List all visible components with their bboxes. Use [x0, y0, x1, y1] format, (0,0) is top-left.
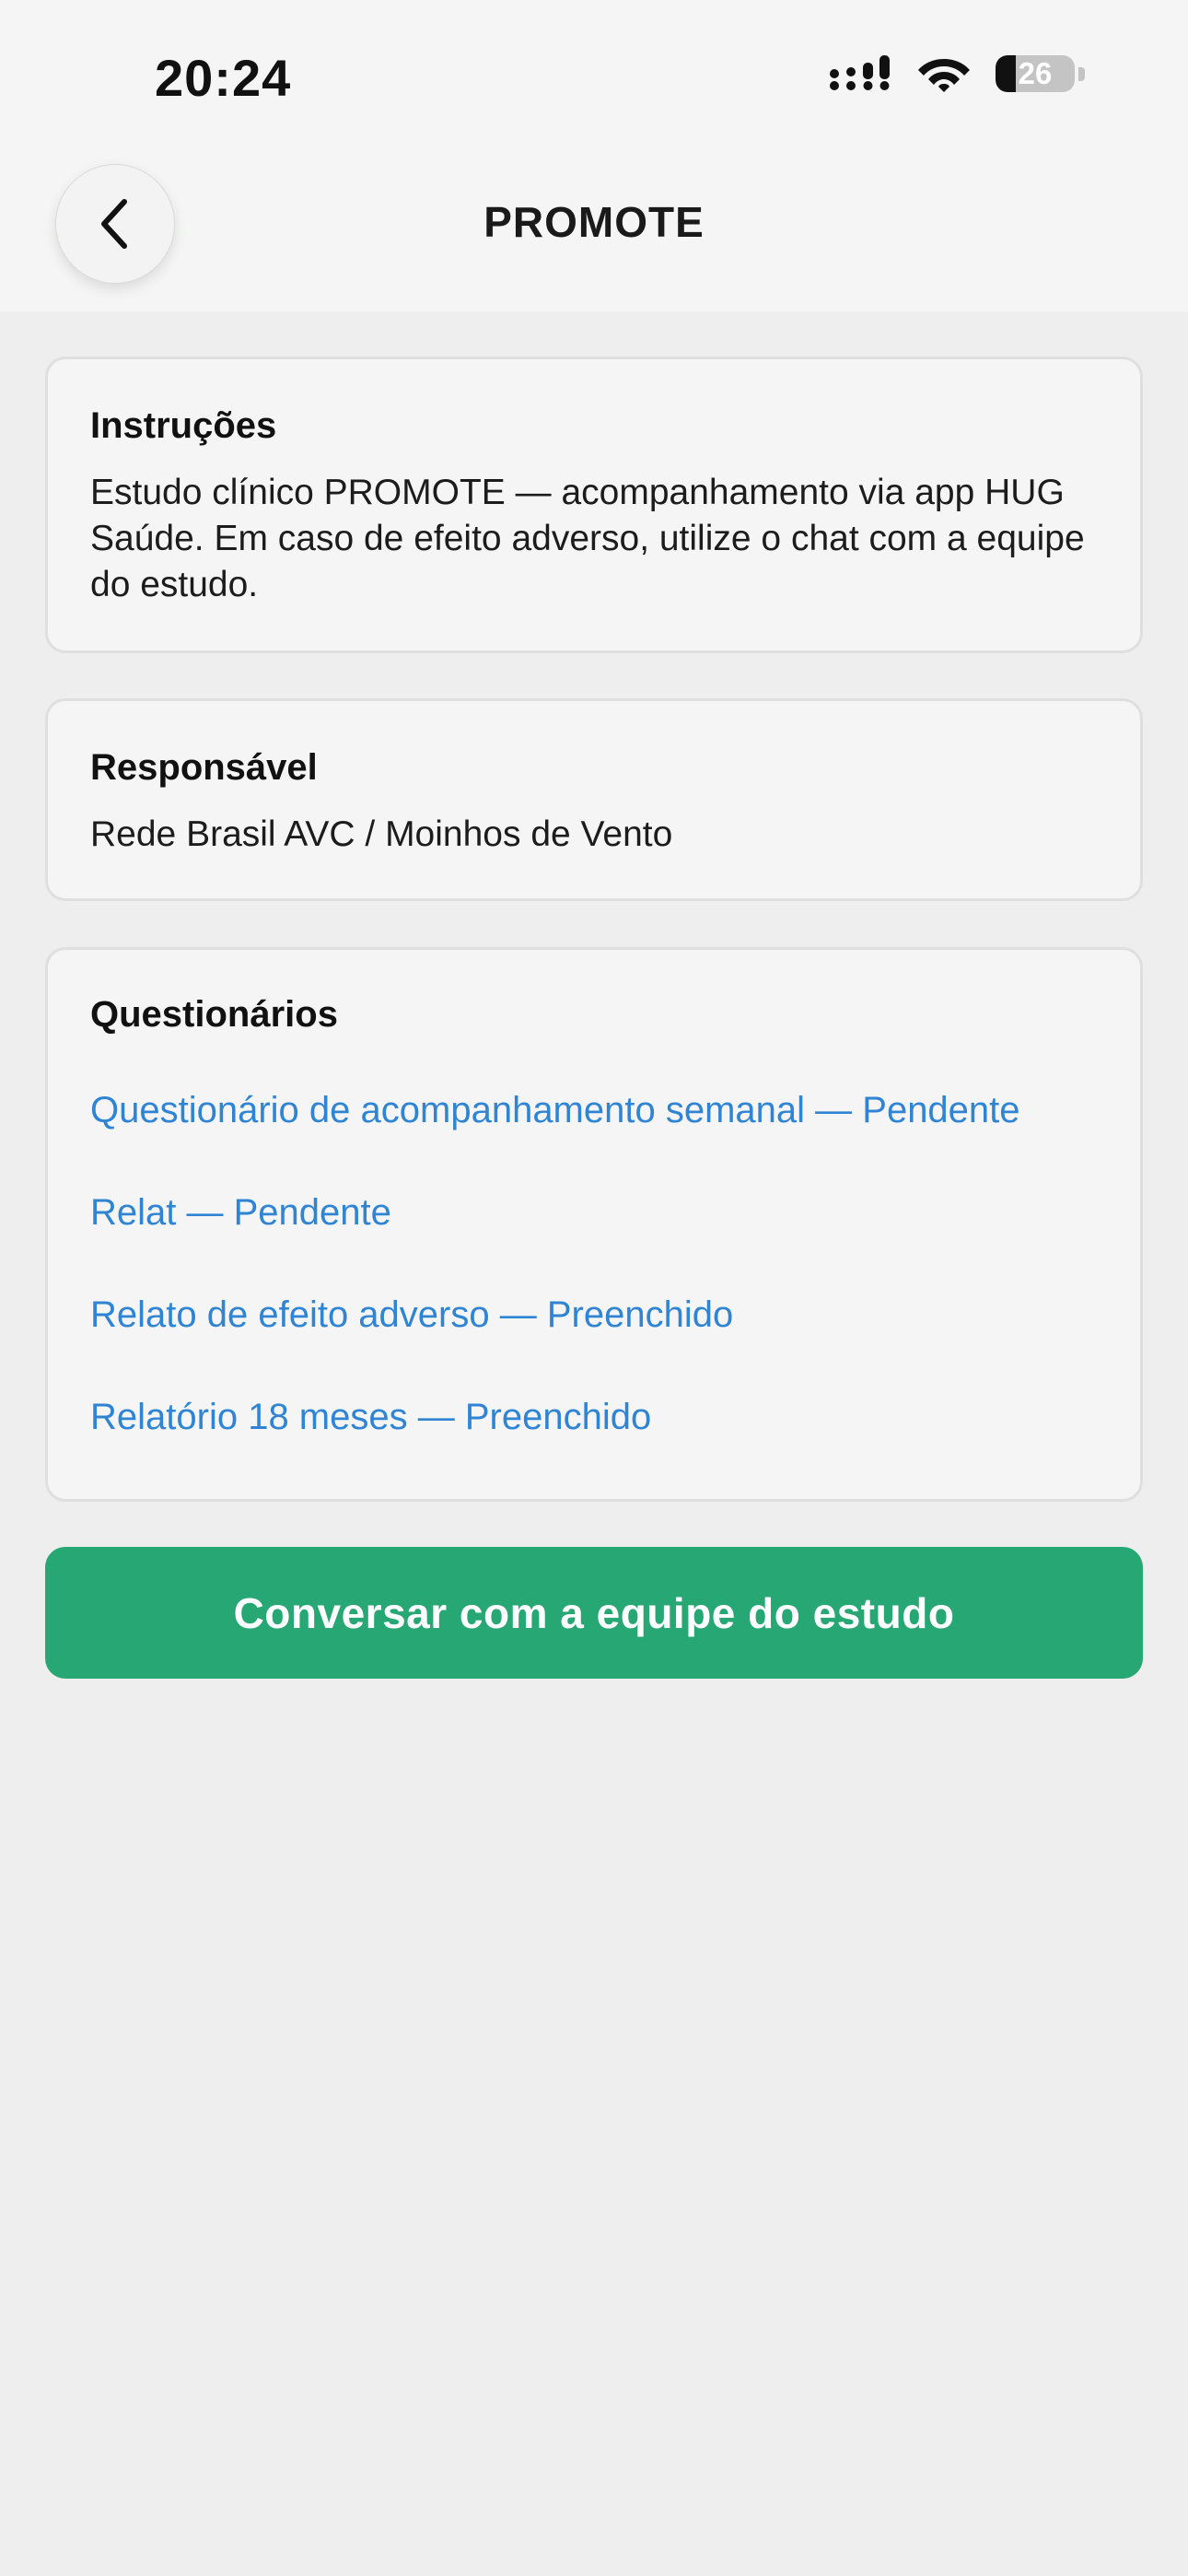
responsible-card: Responsável Rede Brasil AVC / Moinhos de…	[45, 698, 1143, 901]
questionnaire-link-relat[interactable]: Relat — Pendente	[90, 1192, 391, 1234]
instructions-text: Estudo clínico PROMOTE — acompanhamento …	[90, 473, 1085, 604]
battery-cap	[1078, 66, 1085, 81]
battery-level: 26	[1018, 56, 1053, 90]
wifi-icon	[918, 59, 970, 92]
chat-with-study-team-button[interactable]: Conversar com a equipe do estudo	[45, 1547, 1143, 1679]
instructions-title: Instruções	[90, 405, 277, 446]
page-title: PROMOTE	[483, 198, 705, 246]
questionnaires-title: Questionários	[90, 994, 338, 1035]
status-icons: 26	[828, 53, 1085, 94]
responsible-text: Rede Brasil AVC / Moinhos de Vento	[90, 814, 673, 854]
cellular-signal-icon	[830, 55, 890, 90]
responsible-title: Responsável	[90, 747, 318, 788]
top-bar: 20:24 26 PROMOTE	[0, 0, 1188, 311]
status-time: 20:24	[155, 49, 292, 107]
questionnaires-card: Questionários Questionário de acompanham…	[45, 947, 1143, 1502]
questionnaire-link-adverse-effect[interactable]: Relato de efeito adverso — Preenchido	[90, 1294, 733, 1336]
questionnaire-link-18-months[interactable]: Relatório 18 meses — Preenchido	[90, 1397, 651, 1438]
battery-icon: 26	[996, 55, 1075, 92]
questionnaire-link-weekly[interactable]: Questionário de acompanhamento semanal —…	[90, 1090, 1020, 1131]
instructions-card: Instruções Estudo clínico PROMOTE — acom…	[45, 357, 1143, 653]
